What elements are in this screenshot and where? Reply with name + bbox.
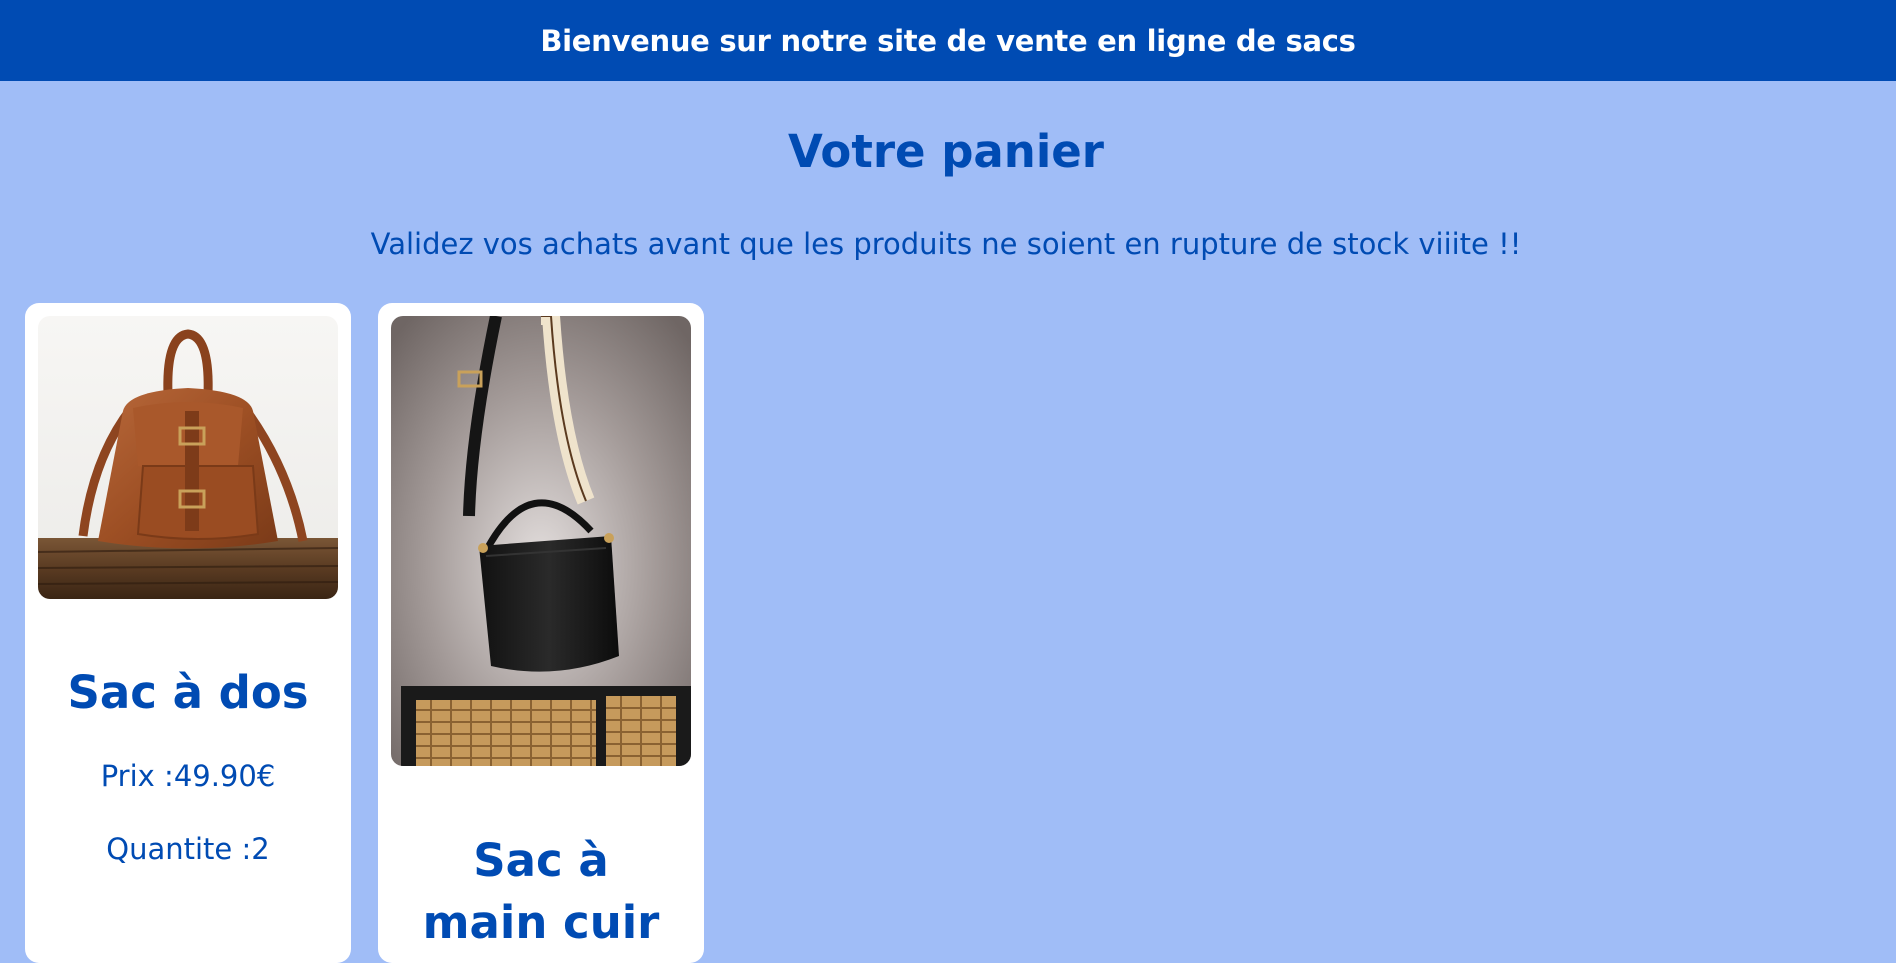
site-header: Bienvenue sur notre site de vente en lig… (0, 0, 1896, 81)
stock-warning-text: Validez vos achats avant que les produit… (370, 227, 1522, 261)
price-value: 49.90€ (173, 759, 276, 793)
handbag-product-image (391, 316, 691, 766)
quantity-label: Quantite : (106, 832, 252, 866)
backpack-product-image (38, 316, 338, 599)
product-name: Sac à main cuir (422, 834, 660, 949)
cart-item-card: Sac à main cuir (378, 303, 704, 963)
quantity-value: 2 (251, 832, 270, 866)
product-price: Prix :49.90€ (25, 756, 351, 796)
page-title: Votre panier (788, 125, 1104, 178)
product-name: Sac à dos (67, 666, 309, 719)
cart-item-card: Sac à dos Prix :49.90€ Quantite :2 (25, 303, 351, 963)
product-quantity: Quantite :2 (25, 829, 351, 869)
price-label: Prix : (100, 759, 174, 793)
welcome-banner-text: Bienvenue sur notre site de vente en lig… (540, 23, 1356, 58)
